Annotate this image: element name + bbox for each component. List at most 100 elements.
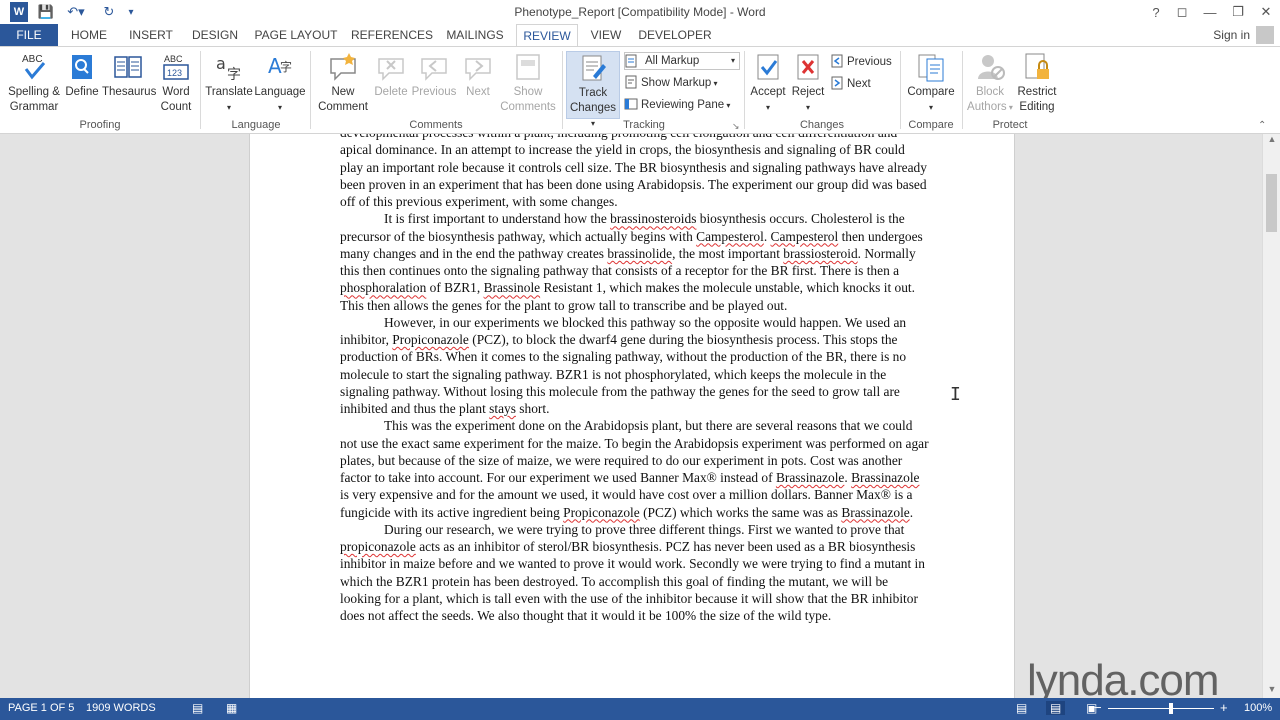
restrict-label-1: Restrict <box>1017 86 1057 98</box>
zoom-slider[interactable] <box>1108 708 1214 709</box>
new-comment-icon <box>330 53 356 81</box>
tab-view[interactable]: VIEW <box>588 24 624 46</box>
group-label-tracking: Tracking <box>623 119 665 131</box>
define-label: Define <box>65 86 99 98</box>
tab-references[interactable]: REFERENCES <box>350 24 434 46</box>
spelling-check-icon: ABC <box>22 54 46 80</box>
tab-page-layout[interactable]: PAGE LAYOUT <box>252 24 340 46</box>
restrict-editing-button[interactable]: Restrict Editing <box>1014 51 1060 115</box>
sign-in-link[interactable]: Sign in <box>1213 28 1250 42</box>
show-markup-button[interactable]: Show Markup ▾ <box>624 74 718 92</box>
paragraph-3[interactable]: However, in our experiments we blocked t… <box>340 314 930 418</box>
svg-text:字: 字 <box>227 67 241 83</box>
document-page[interactable]: developmental processes within a plant, … <box>249 134 1015 698</box>
spelling-grammar-button[interactable]: ABC Spelling & Grammar <box>6 51 62 115</box>
paragraph-5[interactable]: During our research, we were trying to p… <box>340 521 930 625</box>
tab-design[interactable]: DESIGN <box>188 24 242 46</box>
markup-doc-icon <box>624 53 642 71</box>
reject-button[interactable]: Reject ▾ <box>788 51 828 115</box>
previous-change-icon <box>831 54 843 68</box>
restrict-editing-icon <box>1025 53 1049 79</box>
define-button[interactable]: Define <box>64 51 100 100</box>
show-markup-dropdown-icon: ▾ <box>711 79 718 88</box>
delete-comment-icon <box>378 58 404 81</box>
show-markup-label: Show Markup <box>641 77 712 89</box>
track-label-1: Track <box>578 87 608 99</box>
svg-text:ABC: ABC <box>22 54 43 65</box>
show-comments-button[interactable]: Show Comments <box>500 51 556 115</box>
compare-label: Compare <box>907 86 955 98</box>
paragraph-2[interactable]: It is first important to understand how … <box>340 210 930 314</box>
word-count-button[interactable]: ABC 123 Word Count <box>156 51 196 115</box>
word-count-icon: ABC 123 <box>163 54 189 80</box>
document-body[interactable]: developmental processes within a plant, … <box>340 134 930 624</box>
vertical-scrollbar[interactable]: ▲ ▼ <box>1262 134 1280 698</box>
page-count-status[interactable]: PAGE 1 OF 5 <box>8 702 74 714</box>
delete-comment-button[interactable]: Delete <box>372 51 410 100</box>
next-change-button[interactable]: Next <box>830 75 871 93</box>
language-icon: A字 <box>268 54 292 78</box>
document-canvas[interactable]: developmental processes within a plant, … <box>0 134 1262 698</box>
help-icon[interactable]: ? <box>1142 0 1170 24</box>
new-comment-button[interactable]: New Comment <box>316 51 370 115</box>
track-label-2: Changes <box>569 102 617 114</box>
tab-insert[interactable]: INSERT <box>124 24 178 46</box>
language-button[interactable]: A字 Language ▾ <box>254 51 306 115</box>
group-label-changes: Changes <box>799 119 845 131</box>
text-cursor-icon: I <box>950 384 961 405</box>
block-label-2: Authors <box>967 101 1007 113</box>
proofing-status-icon[interactable]: ▤ <box>192 701 203 715</box>
group-separator <box>744 51 745 129</box>
paragraph-1[interactable]: developmental processes within a plant, … <box>340 134 930 210</box>
paragraph-4[interactable]: This was the experiment done on the Arab… <box>340 417 930 521</box>
all-markup-value: All Markup <box>645 55 700 67</box>
read-mode-icon[interactable]: ▤ <box>1016 701 1027 715</box>
title-bar: W 💾 ↶▾ ↻ ▾ Phenotype_Report [Compatibili… <box>0 0 1280 24</box>
spelling-label: Spelling & <box>8 86 60 98</box>
compare-dropdown-icon: ▾ <box>928 103 933 112</box>
ribbon-display-options-icon[interactable]: ◻ <box>1168 0 1196 24</box>
scroll-down-icon[interactable]: ▼ <box>1263 684 1280 698</box>
show-comments-label-2: Comments <box>500 101 556 113</box>
zoom-out-icon[interactable]: − <box>1094 700 1102 715</box>
close-icon[interactable]: ✕ <box>1252 0 1280 24</box>
tab-home[interactable]: HOME <box>64 24 114 46</box>
tab-file[interactable]: FILE <box>0 24 58 46</box>
print-layout-icon[interactable]: ▤ <box>1046 701 1066 715</box>
translate-button[interactable]: a字 Translate ▾ <box>204 51 254 115</box>
macro-record-icon[interactable]: ▦ <box>226 701 237 715</box>
minimize-icon[interactable]: — <box>1196 0 1224 24</box>
next-comment-icon <box>465 58 491 81</box>
define-icon <box>72 55 92 79</box>
word-count-status[interactable]: 1909 WORDS <box>86 702 156 714</box>
tab-developer[interactable]: DEVELOPER <box>636 24 714 46</box>
zoom-in-icon[interactable]: + <box>1220 700 1228 715</box>
scroll-up-icon[interactable]: ▲ <box>1263 134 1280 148</box>
block-authors-button[interactable]: Block Authors ▾ <box>966 51 1014 115</box>
track-changes-button[interactable]: Track Changes ▾ <box>566 51 620 128</box>
compare-button[interactable]: Compare ▾ <box>904 51 958 115</box>
accept-button[interactable]: Accept ▾ <box>748 51 788 115</box>
next-comment-button[interactable]: Next <box>458 51 498 100</box>
window-title: Phenotype_Report [Compatibility Mode] - … <box>514 5 766 19</box>
restore-icon[interactable]: ❐ <box>1224 0 1252 24</box>
zoom-slider-knob[interactable] <box>1169 703 1173 714</box>
tracking-options-launcher-icon[interactable]: ↘ <box>732 117 740 135</box>
svg-text:字: 字 <box>280 59 292 74</box>
tab-mailings[interactable]: MAILINGS <box>444 24 506 46</box>
group-separator <box>962 51 963 129</box>
previous-change-button[interactable]: Previous <box>830 53 892 71</box>
previous-comment-button[interactable]: Previous <box>410 51 458 100</box>
reviewing-pane-label: Reviewing Pane <box>641 99 725 111</box>
thesaurus-button[interactable]: Thesaurus <box>102 51 156 100</box>
tab-review[interactable]: REVIEW <box>516 24 578 47</box>
zoom-level[interactable]: 100% <box>1244 702 1272 714</box>
scrollbar-thumb[interactable] <box>1266 174 1277 232</box>
translate-dropdown-icon: ▾ <box>226 103 231 112</box>
reviewing-pane-button[interactable]: Reviewing Pane ▾ <box>624 96 730 114</box>
collapse-ribbon-icon[interactable]: ⌃ <box>1258 117 1266 135</box>
next-change-icon <box>831 76 843 90</box>
thesaurus-icon <box>114 56 142 78</box>
avatar[interactable] <box>1256 26 1274 44</box>
group-label-language: Language <box>231 119 281 131</box>
